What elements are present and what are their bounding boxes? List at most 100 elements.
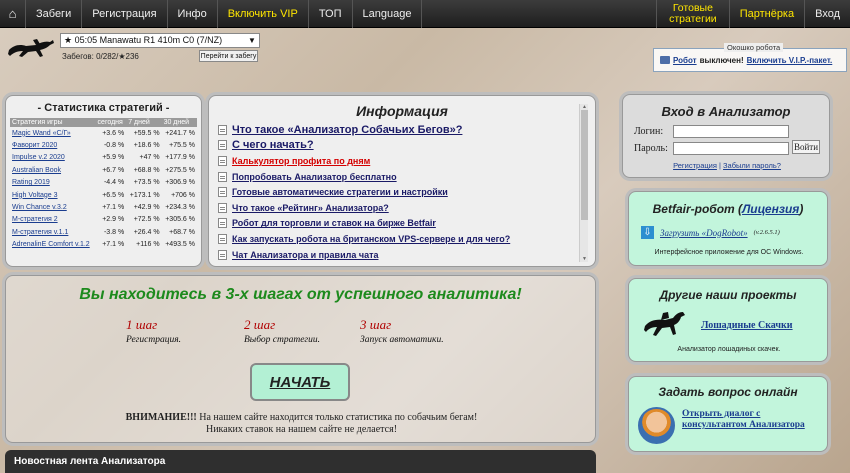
info-link[interactable]: Калькулятор профита по дням [232, 156, 370, 166]
nav-language[interactable]: Language [353, 0, 423, 28]
document-icon [218, 249, 227, 260]
info-links-list: Что такое «Анализатор Собачьих Бегов»? С … [218, 122, 595, 262]
stats-value: +59.5 % [133, 129, 160, 137]
nav-ready-strategies[interactable]: Готовые стратегии [656, 0, 729, 28]
nav-info[interactable]: Инфо [168, 0, 218, 28]
stats-value: +241.7 % [165, 129, 195, 137]
strategy-link[interactable]: М-стратегия v.1.1 [10, 226, 96, 238]
register-link[interactable]: Регистрация [673, 161, 717, 170]
robot-window: Окошко робота Робот выключен! Включить V… [653, 43, 847, 72]
nav-enable-vip[interactable]: Включить VIP [218, 0, 309, 28]
news-feed-header[interactable]: Новостная лента Анализатора [5, 450, 596, 473]
info-link[interactable]: Что такое «Рейтинг» Анализатора? [232, 203, 389, 213]
stats-value: +26.4 % [133, 228, 160, 236]
nav-registration[interactable]: Регистрация [82, 0, 168, 28]
stats-value: +2.9 % [102, 216, 125, 224]
info-list-item: Калькулятор профита по дням [218, 153, 595, 169]
document-icon [218, 187, 227, 198]
stats-value: +493.5 % [165, 241, 195, 249]
nav-partner[interactable]: Партнёрка [728, 0, 804, 28]
enable-vip-link[interactable]: Включить V.I.P.-пакет. [747, 56, 833, 65]
col-30days: 30 дней [161, 118, 197, 127]
ask-online-panel: Задать вопрос онлайн Открыть диалог с ко… [628, 376, 828, 452]
betfair-title: Betfair-робот (Лицензия) [629, 202, 827, 216]
strategy-link[interactable]: Australian Book [10, 164, 96, 176]
info-scrollbar[interactable]: ▲ ▼ [579, 104, 588, 262]
col-strategy: Стратегия игры [10, 118, 96, 127]
strategy-link[interactable]: Фаворит 2020 [10, 139, 96, 151]
scroll-thumb[interactable] [581, 110, 588, 220]
login-label: Логин: [634, 126, 664, 137]
strategy-link[interactable]: High Voltage 3 [10, 189, 96, 201]
projects-title: Другие наши проекты [659, 288, 797, 302]
strategy-link[interactable]: AdrenalinE Comfort v.1.2 [10, 239, 96, 251]
nav-races[interactable]: Забеги [26, 0, 83, 28]
strategy-link[interactable]: Rating 2019 [10, 177, 96, 189]
scroll-down-icon[interactable]: ▼ [580, 256, 589, 262]
stats-value: +177.9 % [165, 154, 195, 162]
stats-value: +5.9 % [102, 154, 125, 162]
steps-panel: Вы находитесь в 3-х шагах от успешного а… [5, 275, 596, 443]
horse-racing-link[interactable]: Лошадиные Скачки [701, 320, 793, 331]
strategy-link[interactable]: Win Chance v.3.2 [10, 201, 96, 213]
info-list-item: Попробовать Анализатор бесплатно [218, 169, 595, 185]
home-icon[interactable]: ⌂ [0, 0, 26, 28]
open-dialog-link[interactable]: Открыть диалог с консультантом Анализато… [682, 409, 822, 431]
strategy-link[interactable]: Magic Wand «С/Г» [10, 127, 96, 139]
info-link[interactable]: С чего начать? [232, 139, 314, 151]
info-link[interactable]: Попробовать Анализатор бесплатно [232, 172, 397, 182]
login-input[interactable] [673, 125, 789, 138]
stats-row: М-стратегия v.1.1 -3.8 % +26.4 % +68.7 % [10, 226, 197, 238]
stats-value: +3.6 % [102, 129, 125, 137]
stats-value: +47 % [139, 154, 160, 162]
stats-value: +6.5 % [102, 191, 125, 199]
download-dogrobot-link[interactable]: Загрузить «DogRobot» [660, 228, 748, 238]
robot-window-legend: Окошко робота [724, 43, 784, 52]
stats-value: +706 % [171, 191, 195, 199]
info-link[interactable]: Готовые автоматические стратегии и настр… [232, 187, 448, 197]
strategy-link[interactable]: М-стратегия 2 [10, 214, 96, 226]
version-text: (v.2.6.5.1) [753, 229, 780, 236]
info-link[interactable]: Что такое «Анализатор Собачьих Бегов»? [232, 124, 462, 136]
warning-bold: ВНИМАНИЕ!!! [125, 412, 197, 423]
ask-title: Задать вопрос онлайн [658, 385, 798, 399]
stats-value: +116 % [136, 241, 160, 249]
step-2-desc: Выбор стратегии. [244, 335, 320, 345]
stats-value: +173.1 % [129, 191, 160, 199]
race-select[interactable]: ★ 05:05 Manawatu R1 410m C0 (7/NZ) ▼ [60, 33, 260, 48]
nav-top[interactable]: ТОП [309, 0, 353, 28]
license-link[interactable]: Лицензия [742, 202, 799, 216]
document-icon [218, 124, 227, 135]
col-today: сегодня [95, 118, 127, 127]
stats-value: +68.7 % [169, 228, 195, 236]
login-title: Вход в Анализатор [661, 104, 791, 119]
info-link[interactable]: Чат Анализатора и правила чата [232, 250, 378, 260]
stats-value: +72.5 % [133, 216, 160, 224]
forgot-password-link[interactable]: Забыли пароль? [723, 161, 781, 170]
stats-row: Фаворит 2020 -0.8 % +18.6 % +75.5 % [10, 139, 197, 151]
consultant-avatar[interactable] [638, 407, 675, 444]
stats-row: Impulse v.2 2020 +5.9 % +47 % +177.9 % [10, 152, 197, 164]
login-submit-button[interactable]: Войти [792, 140, 820, 154]
info-link[interactable]: Как запускать робота на британском VPS-с… [232, 234, 510, 244]
strategy-link[interactable]: Impulse v.2 2020 [10, 152, 96, 164]
nav-ready-line2: стратегии [669, 12, 717, 25]
stats-value: -3.8 % [103, 228, 125, 236]
download-icon[interactable]: ⇩ [641, 226, 654, 239]
password-input[interactable] [673, 142, 789, 155]
info-link[interactable]: Робот для торговли и ставок на бирже Bet… [232, 218, 436, 228]
steps-headline: Вы находитесь в 3-х шагах от успешного а… [79, 286, 522, 303]
stats-value: +6.7 % [102, 166, 125, 174]
start-button[interactable]: НАЧАТЬ [250, 363, 350, 401]
robot-link[interactable]: Робот [673, 56, 697, 65]
strategy-stats-panel: - Статистика стратегий - Стратегия игры … [5, 95, 202, 267]
stats-value: -4.4 % [103, 179, 125, 187]
other-projects-panel: Другие наши проекты Лошадиные Скачки Ана… [628, 278, 828, 362]
greyhound-logo-icon [8, 39, 54, 57]
document-icon [218, 202, 227, 213]
goto-race-button[interactable]: Перейти к забегу [199, 50, 258, 62]
stats-row: AdrenalinE Comfort v.1.2 +7.1 % +116 % +493… [10, 239, 197, 251]
racehorse-icon[interactable] [641, 306, 687, 342]
nav-login[interactable]: Вход [804, 0, 850, 28]
stats-value: +18.6 % [133, 142, 160, 150]
